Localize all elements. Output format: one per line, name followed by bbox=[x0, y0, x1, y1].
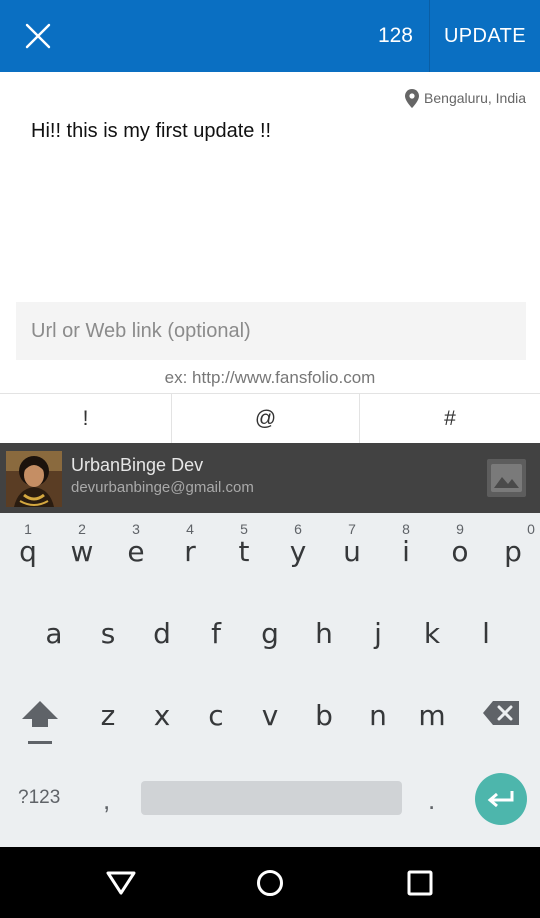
backspace-key[interactable] bbox=[481, 699, 525, 733]
character-counter: 128 bbox=[377, 24, 413, 47]
close-icon bbox=[25, 23, 51, 49]
url-input[interactable] bbox=[16, 302, 526, 360]
recents-square-icon bbox=[407, 870, 433, 895]
key-z[interactable]: z bbox=[81, 513, 135, 732]
image-icon bbox=[491, 464, 522, 492]
key-v[interactable]: v bbox=[243, 513, 297, 732]
hashtag-button[interactable]: # bbox=[360, 394, 540, 444]
key-m[interactable]: m bbox=[405, 513, 459, 732]
system-navigation-bar bbox=[0, 847, 540, 918]
home-button[interactable] bbox=[230, 847, 310, 918]
location-tag[interactable]: Bengaluru, India bbox=[405, 88, 526, 108]
comma-key[interactable]: , bbox=[103, 785, 117, 815]
recents-button[interactable] bbox=[380, 847, 460, 918]
back-button[interactable] bbox=[81, 847, 161, 918]
soft-keyboard: 1q 2w 3e 4r 5t 6y 7u 8i 9o 0p a s d f g … bbox=[0, 513, 540, 847]
key-c[interactable]: c bbox=[189, 513, 243, 732]
backspace-icon bbox=[483, 701, 519, 725]
symbol-shortcuts: ! @ # bbox=[0, 393, 540, 444]
status-text-area[interactable]: Hi!! this is my first update !! bbox=[31, 120, 271, 143]
avatar[interactable] bbox=[6, 451, 62, 507]
mention-button[interactable]: @ bbox=[172, 394, 360, 444]
period-key[interactable]: . bbox=[428, 785, 442, 815]
key-x[interactable]: x bbox=[135, 513, 189, 732]
location-pin-icon bbox=[405, 88, 420, 108]
key-b[interactable]: b bbox=[297, 513, 351, 732]
shift-key[interactable] bbox=[18, 697, 62, 749]
home-circle-icon bbox=[257, 869, 283, 896]
key-l[interactable]: l bbox=[459, 513, 513, 650]
symbols-key[interactable]: ?123 bbox=[18, 787, 70, 813]
close-button[interactable] bbox=[14, 12, 62, 60]
account-email: devurbanbinge@gmail.com bbox=[71, 479, 254, 496]
back-triangle-icon bbox=[106, 871, 136, 894]
top-app-bar: 128 UPDATE bbox=[0, 0, 540, 72]
exclamation-button[interactable]: ! bbox=[0, 394, 172, 444]
update-button[interactable]: UPDATE bbox=[429, 0, 540, 72]
url-hint: ex: http://www.fansfolio.com bbox=[164, 368, 376, 387]
enter-key[interactable] bbox=[475, 773, 527, 825]
account-strip: UrbanBinge Dev devurbanbinge@gmail.com bbox=[0, 443, 540, 513]
account-name: UrbanBinge Dev bbox=[71, 455, 204, 475]
location-text: Bengaluru, India bbox=[424, 90, 526, 106]
attach-image-button[interactable] bbox=[487, 459, 526, 497]
key-n[interactable]: n bbox=[351, 513, 405, 732]
space-key[interactable] bbox=[141, 781, 402, 815]
key-a[interactable]: a bbox=[27, 513, 81, 650]
enter-arrow-icon bbox=[487, 791, 514, 808]
shift-icon bbox=[22, 701, 58, 744]
